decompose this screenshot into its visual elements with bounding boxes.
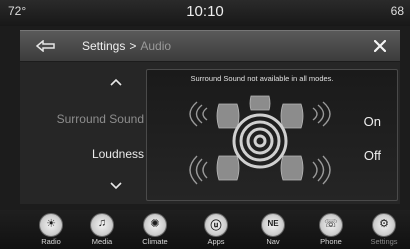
apps-icon: ⓤ xyxy=(204,213,228,237)
apps-glyph: ⓤ xyxy=(210,220,222,232)
nav-media-button[interactable]: ♫ Media xyxy=(80,210,124,249)
nav-apps-label: Apps xyxy=(207,237,225,246)
close-button[interactable] xyxy=(360,31,400,61)
nav-header: Settings > Audio xyxy=(20,30,400,61)
nav-radio-label: Radio xyxy=(41,237,61,246)
radio-glyph: ☀ xyxy=(46,218,56,230)
breadcrumb-separator: > xyxy=(129,39,137,53)
nav-nav-label: Nav xyxy=(266,237,280,246)
climate-glyph: ✺ xyxy=(150,218,160,230)
phone-icon: ☏ xyxy=(319,213,343,237)
back-button[interactable] xyxy=(20,31,72,61)
breadcrumb-audio: Audio xyxy=(140,39,172,53)
status-bar: 72° 10:10 68 xyxy=(0,0,410,26)
breadcrumb-settings[interactable]: Settings xyxy=(82,39,125,53)
nav-radio-button[interactable]: ☀ Radio xyxy=(29,210,73,249)
phone-glyph: ☏ xyxy=(324,218,338,230)
list-item-loudness[interactable]: Loudness xyxy=(92,147,144,161)
media-icon: ♫ xyxy=(90,213,114,237)
list-item-surround-sound[interactable]: Surround Sound xyxy=(57,112,144,126)
surround-on-option[interactable]: On xyxy=(364,114,381,129)
nav-apps-button[interactable]: ⓤ Apps xyxy=(194,210,238,249)
nav-climate-button[interactable]: ✺ Climate xyxy=(133,210,177,249)
nav-icon: NE xyxy=(261,213,285,237)
nav-phone-button[interactable]: ☏ Phone xyxy=(309,210,353,249)
breadcrumb: Settings > Audio xyxy=(82,39,171,53)
radio-icon: ☀ xyxy=(39,213,63,237)
nav-media-label: Media xyxy=(91,237,113,246)
surround-off-option[interactable]: Off xyxy=(364,148,381,163)
back-arrow-icon xyxy=(36,40,55,52)
climate-icon: ✺ xyxy=(143,213,167,237)
settings-icon: ⚙ xyxy=(372,213,396,237)
nav-phone-label: Phone xyxy=(320,237,342,246)
nav-settings-label: Settings xyxy=(370,237,398,246)
bottom-nav-bar: ☀ Radio ♫ Media ✺ Climate ⓤ Apps NE Nav … xyxy=(0,210,410,249)
surround-notice: Surround Sound not available in all mode… xyxy=(190,74,334,83)
settings-glyph: ⚙ xyxy=(379,218,389,230)
clock: 10:10 xyxy=(186,3,224,20)
nav-climate-label: Climate xyxy=(142,237,168,246)
media-glyph: ♫ xyxy=(97,217,107,229)
nav-settings-button[interactable]: ⚙ Settings xyxy=(362,210,406,249)
surround-sound-panel: Surround Sound not available in all mode… xyxy=(146,69,398,201)
chevron-up-icon xyxy=(110,78,122,86)
chevron-down-icon xyxy=(110,182,122,190)
close-icon xyxy=(374,40,386,52)
scroll-up-button[interactable] xyxy=(104,74,128,90)
audio-settings-content: Surround Sound Loudness Surround Sound n… xyxy=(20,62,400,204)
scroll-down-button[interactable] xyxy=(104,178,128,194)
nav-glyph: NE xyxy=(267,219,279,228)
nav-nav-button[interactable]: NE Nav xyxy=(251,210,295,249)
cabin-temperature: 68 xyxy=(390,4,404,18)
surround-sound-seats-icon xyxy=(189,95,331,185)
